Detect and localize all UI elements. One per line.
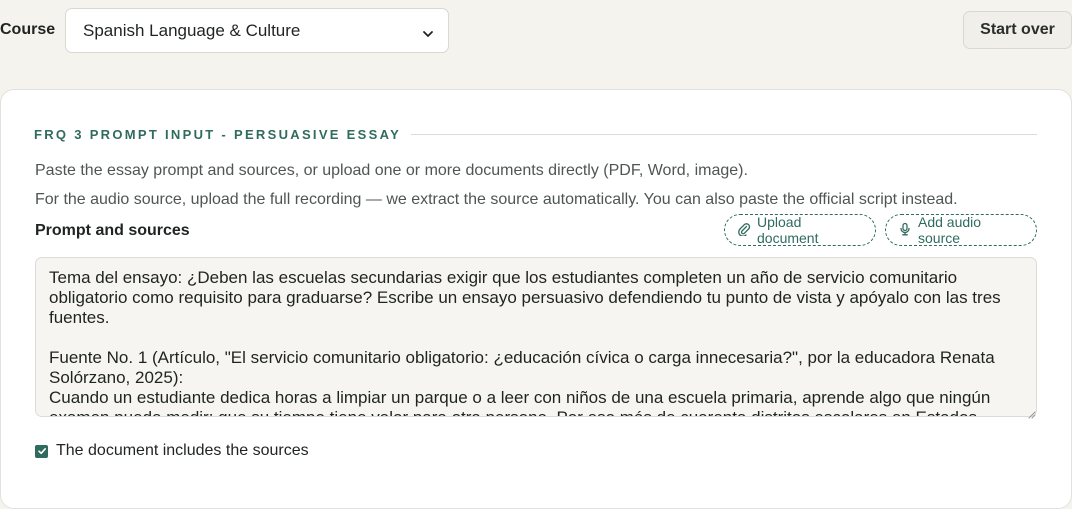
add-audio-source-label: Add audio source — [918, 214, 982, 246]
checkmark-icon — [37, 448, 46, 455]
resize-handle-icon[interactable] — [1026, 406, 1036, 419]
course-select[interactable]: Spanish Language & Culture — [65, 8, 449, 53]
chevron-down-icon — [422, 25, 434, 37]
includes-sources-label: The document includes the sources — [56, 442, 309, 459]
help-text-upload: Paste the essay prompt and sources, or u… — [35, 162, 748, 179]
section-title: FRQ 3 PROMPT INPUT - PERSUASIVE ESSAY — [34, 126, 402, 142]
upload-document-label: Upload document — [757, 214, 819, 246]
top-bar: Course Spanish Language & Culture Start … — [0, 0, 1072, 62]
paperclip-icon — [737, 222, 751, 239]
upload-document-button[interactable]: Upload document — [724, 214, 876, 246]
prompt-field-label: Prompt and sources — [35, 222, 190, 239]
microphone-icon — [898, 222, 912, 239]
help-text-audio: For the audio source, upload the full re… — [35, 191, 958, 208]
course-label: Course — [0, 21, 56, 38]
includes-sources-option: The document includes the sources — [35, 442, 309, 460]
section-header: FRQ 3 PROMPT INPUT - PERSUASIVE ESSAY — [34, 126, 1037, 142]
includes-sources-checkbox[interactable] — [35, 444, 48, 458]
prompt-sources-textarea[interactable]: Tema del ensayo: ¿Deben las escuelas sec… — [35, 257, 1037, 417]
course-selected-value: Spanish Language & Culture — [83, 20, 301, 40]
add-audio-source-button[interactable]: Add audio source — [885, 214, 1037, 246]
start-over-button[interactable]: Start over — [963, 11, 1072, 49]
section-divider — [411, 133, 1037, 135]
